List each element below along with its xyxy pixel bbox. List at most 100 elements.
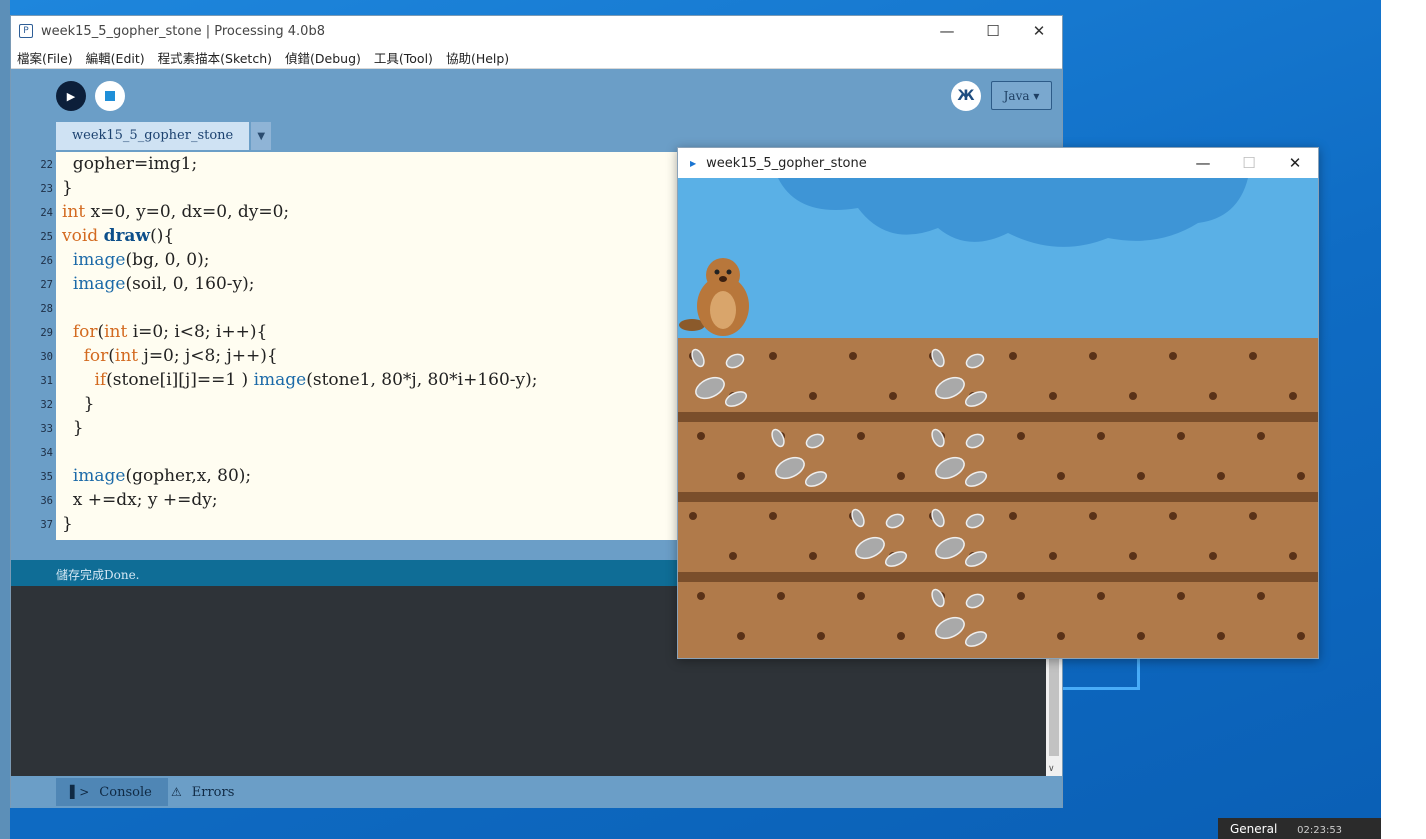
dirt-dot (1049, 552, 1057, 560)
code-line[interactable]: 35 image(gopher,x, 80); (40, 464, 537, 488)
dirt-dot (1057, 632, 1065, 640)
line-number: 22 (40, 159, 53, 171)
sketch-close-button[interactable]: ✕ (1272, 148, 1318, 178)
menu-tool[interactable]: 工具(Tool) (374, 48, 433, 67)
code-text: } (62, 394, 95, 414)
line-number: 28 (40, 303, 53, 315)
code-line[interactable]: 34 (40, 440, 537, 464)
title-bar[interactable]: P week15_5_gopher_stone | Processing 4.0… (11, 16, 1062, 46)
dirt-dot (1249, 352, 1257, 360)
dirt-dot (809, 552, 817, 560)
dirt-dot (897, 632, 905, 640)
dirt-dot (889, 392, 897, 400)
dirt-dot (1217, 632, 1225, 640)
menu-edit[interactable]: 編輯(Edit) (86, 48, 145, 67)
dirt-dot (1249, 512, 1257, 520)
dirt-dot (817, 632, 825, 640)
stop-button[interactable] (95, 81, 125, 111)
line-number: 25 (40, 231, 53, 243)
dirt-dot (857, 592, 865, 600)
code-line[interactable]: 36 x +=dx; y +=dy; (40, 488, 537, 512)
code-line[interactable]: 31 if(stone[i][j]==1 ) image(stone1, 80*… (40, 368, 538, 392)
dirt-dot (777, 592, 785, 600)
dirt-dot (729, 552, 737, 560)
tab-console[interactable]: ▌> Console (56, 778, 168, 806)
dirt-dot (1057, 472, 1065, 480)
minimize-button[interactable]: — (924, 16, 970, 46)
debugger-button[interactable]: Ж (951, 81, 981, 111)
bottom-tab-bar: ▌> Console ⚠ Errors (11, 776, 1062, 808)
tab-errors[interactable]: ⚠ Errors (157, 778, 250, 806)
code-line[interactable]: 22 gopher=img1; (40, 152, 537, 176)
sketch-app-icon: ▶ (690, 158, 697, 168)
sketch-minimize-button[interactable]: — (1180, 148, 1226, 178)
line-number: 29 (40, 327, 53, 339)
code-line[interactable]: 32 } (40, 392, 537, 416)
line-number: 27 (40, 279, 53, 291)
maximize-button[interactable]: ☐ (970, 16, 1016, 46)
dirt-dot (1017, 432, 1025, 440)
dirt-dot (1089, 512, 1097, 520)
line-number: 23 (40, 183, 53, 195)
code-line[interactable]: 27 image(soil, 0, 160-y); (40, 272, 537, 296)
screen-edge (1381, 0, 1426, 839)
code-line[interactable]: 37} (40, 512, 537, 536)
menu-file[interactable]: 檔案(File) (17, 48, 73, 67)
bug-icon: Ж (957, 88, 975, 104)
code-line[interactable]: 23} (40, 176, 537, 200)
code-line[interactable]: 30 for(int j=0; j<8; j++){ (40, 344, 537, 368)
sketch-tabs: week15_5_gopher_stone ▼ (56, 122, 272, 150)
desktop-icons-strip[interactable] (0, 0, 10, 839)
code-area[interactable]: 22 gopher=img1; 23} 24 int x=0, y=0, dx=0, … (40, 152, 538, 536)
taskbar-item[interactable]: General 02:23:53 (1218, 818, 1381, 839)
code-line[interactable]: 29 for(int i=0; i<8; i++){ (40, 320, 537, 344)
dirt-dot (1257, 592, 1265, 600)
code-text: for(int j=0; j<8; j++){ (83, 346, 278, 366)
scroll-down-icon[interactable]: ∨ (1048, 764, 1055, 774)
dirt-dot (1049, 392, 1057, 400)
taskbar-label: General (1230, 822, 1278, 836)
code-text: gopher=img1; (62, 154, 198, 174)
dirt-dot (697, 592, 705, 600)
scrollbar-thumb[interactable] (1049, 648, 1059, 756)
stop-icon (105, 91, 115, 101)
menu-bar: 檔案(File) 編輯(Edit) 程式素描本(Sketch) 偵錯(Debug… (11, 46, 1062, 69)
dirt-dot (1297, 632, 1305, 640)
code-line[interactable]: 24 int x=0, y=0, dx=0, dy=0; (40, 200, 537, 224)
code-line[interactable]: 26 image(bg, 0, 0); (40, 248, 537, 272)
line-number: 24 (40, 207, 53, 219)
tab-week15_5_gopher_stone[interactable]: week15_5_gopher_stone (56, 122, 250, 150)
menu-sketch[interactable]: 程式素描本(Sketch) (158, 48, 272, 67)
dirt-dot (1017, 592, 1025, 600)
code-line[interactable]: 25 void draw(){ (40, 224, 537, 248)
tab-menu-arrow[interactable]: ▼ (251, 122, 272, 150)
code-text: if(stone[i][j]==1 ) image(stone1, 80*j, … (94, 370, 538, 390)
code-text: for(int i=0; i<8; i++){ (72, 322, 268, 342)
line-number: 31 (40, 375, 53, 387)
soil-band (678, 492, 1318, 502)
dirt-dot (1009, 352, 1017, 360)
dirt-dot (1297, 472, 1305, 480)
menu-debug[interactable]: 偵錯(Debug) (285, 48, 361, 67)
soil-band (678, 412, 1318, 422)
sketch-canvas[interactable] (678, 178, 1318, 658)
line-number: 26 (40, 255, 53, 267)
sketch-maximize-button[interactable]: ☐ (1226, 148, 1272, 178)
code-text: image(gopher,x, 80); (72, 466, 252, 486)
code-text: image(soil, 0, 160-y); (72, 274, 255, 294)
game-scene[interactable] (678, 178, 1318, 658)
sketch-title-bar[interactable]: ▶ week15_5_gopher_stone — ☐ ✕ (678, 148, 1318, 178)
dirt-dot (1097, 592, 1105, 600)
window-title: week15_5_gopher_stone | Processing 4.0b8 (41, 23, 325, 39)
mode-selector[interactable]: Java ▾ (991, 81, 1052, 110)
run-button[interactable]: ▶ (56, 81, 86, 111)
dirt-dot (737, 472, 745, 480)
code-line[interactable]: 33 } (40, 416, 537, 440)
dirt-dot (769, 512, 777, 520)
dirt-dot (1177, 592, 1185, 600)
line-number: 32 (40, 399, 53, 411)
gopher-eye (726, 269, 732, 275)
menu-help[interactable]: 協助(Help) (446, 48, 509, 67)
close-button[interactable]: ✕ (1016, 16, 1062, 46)
code-line[interactable]: 28 (40, 296, 537, 320)
